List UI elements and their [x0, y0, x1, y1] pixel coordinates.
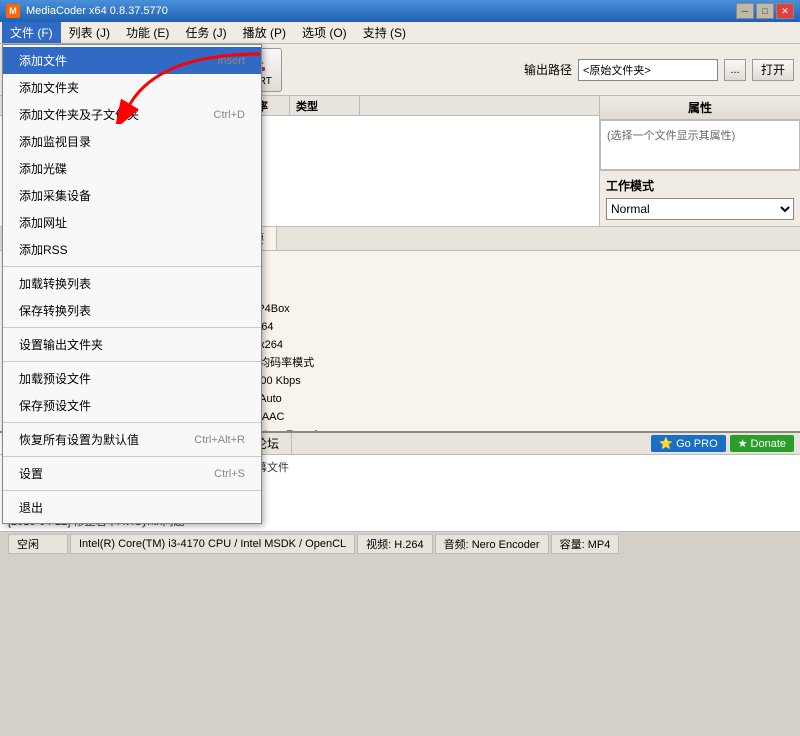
menu-add-url[interactable]: 添加网址 [3, 209, 261, 236]
window-controls: ─ □ ✕ [736, 3, 794, 19]
donate-icon: ★ [738, 437, 748, 450]
title-bar: M MediaCoder x64 0.8.37.5770 ─ □ ✕ [0, 0, 800, 22]
app-icon: M [6, 4, 20, 18]
overview-item-2: 视频: H.264 [216, 318, 792, 334]
separator-2 [3, 327, 261, 328]
overview-panel: 目标格式 容器: MP4 混流: MP4Box 视频: H.264 编码器: x… [200, 251, 800, 431]
menu-add-disc[interactable]: 添加光碟 [3, 155, 261, 182]
col-header-type: 类型 [290, 96, 360, 115]
properties-placeholder: (选择一个文件显示其属性) [607, 130, 735, 142]
donate-button[interactable]: ★ Donate [730, 435, 794, 452]
properties-panel: 属性 (选择一个文件显示其属性) 工作模式 Normal Server Batc… [600, 96, 800, 226]
donate-label: Donate [751, 438, 786, 450]
overview-item-5: 码率: 1000 Kbps [220, 372, 792, 388]
go-pro-button[interactable]: ⭐ Go PRO [651, 435, 725, 452]
properties-title: 属性 [600, 96, 800, 120]
output-path-input[interactable] [578, 59, 718, 81]
menu-load-list[interactable]: 加载转换列表 [3, 270, 261, 297]
menu-add-folder-recursive[interactable]: 添加文件夹及子文件夹 Ctrl+D [3, 101, 261, 128]
menu-add-device[interactable]: 添加采集设备 [3, 182, 261, 209]
output-path-area: 输出路径 ... 打开 [524, 59, 794, 81]
menu-exit[interactable]: 退出 [3, 494, 261, 521]
menu-list[interactable]: 列表 (J) [61, 22, 118, 43]
overview-item-1: 混流: MP4Box [220, 300, 792, 316]
properties-content: (选择一个文件显示其属性) [600, 120, 800, 170]
separator-1 [3, 266, 261, 267]
browse-button[interactable]: ... [724, 59, 746, 81]
status-idle: 空闲 [8, 534, 68, 554]
menu-task[interactable]: 任务 (J) [177, 22, 234, 43]
status-video: 视频: H.264 [357, 534, 432, 554]
menu-function[interactable]: 功能 (E) [118, 22, 177, 43]
menu-add-watch[interactable]: 添加监视目录 [3, 128, 261, 155]
menu-add-folder[interactable]: 添加文件夹 [3, 74, 261, 101]
overview-item-0: 容器: MP4 [208, 282, 792, 298]
menu-load-preset[interactable]: 加载预设文件 [3, 365, 261, 392]
status-audio: 音频: Nero Encoder [435, 534, 549, 554]
overview-item-3: 编码器: x264 [220, 336, 792, 352]
menu-restore-defaults[interactable]: 恢复所有设置为默认值 Ctrl+Alt+R [3, 426, 261, 453]
menu-set-output-folder[interactable]: 设置输出文件夹 [3, 331, 261, 358]
open-button[interactable]: 打开 [752, 59, 794, 81]
go-pro-label: Go PRO [676, 438, 718, 450]
overview-item-6: 反交错: Auto [220, 390, 792, 406]
status-bar: 空闲 Intel(R) Core(TM) i3-4170 CPU / Intel… [0, 531, 800, 555]
minimize-button[interactable]: ─ [736, 3, 754, 19]
menu-support[interactable]: 支持 (S) [355, 22, 414, 43]
menu-settings[interactable]: 设置 Ctrl+S [3, 460, 261, 487]
menu-add-file[interactable]: 添加文件 Insert [3, 47, 261, 74]
status-container: 容量: MP4 [551, 534, 620, 554]
overview-item-4: 模式: 平均码率模式 [220, 354, 792, 370]
close-button[interactable]: ✕ [776, 3, 794, 19]
menu-save-preset[interactable]: 保存预设文件 [3, 392, 261, 419]
overview-title: 目标格式 [208, 259, 792, 276]
menu-file[interactable]: 文件 (F) [2, 22, 61, 43]
separator-3 [3, 361, 261, 362]
work-mode-section: 工作模式 Normal Server Batch [600, 170, 800, 226]
separator-5 [3, 456, 261, 457]
menu-play[interactable]: 播放 (P) [235, 22, 294, 43]
menu-options[interactable]: 选项 (O) [294, 22, 355, 43]
overview-item-8: 编码器: Nero Encoder [220, 426, 792, 431]
file-dropdown-menu: 添加文件 Insert 添加文件夹 添加文件夹及子文件夹 Ctrl+D 添加监视… [2, 44, 262, 524]
separator-6 [3, 490, 261, 491]
maximize-button[interactable]: □ [756, 3, 774, 19]
work-mode-select[interactable]: Normal Server Batch [606, 198, 794, 220]
menu-bar: 文件 (F) 列表 (J) 功能 (E) 任务 (J) 播放 (P) 选项 (O… [0, 22, 800, 44]
go-pro-icon: ⭐ [659, 437, 673, 450]
separator-4 [3, 422, 261, 423]
title-text: MediaCoder x64 0.8.37.5770 [26, 5, 168, 17]
work-mode-label: 工作模式 [606, 177, 794, 194]
overview-item-7: 音频: LC-AAC [216, 408, 792, 424]
status-cpu: Intel(R) Core(TM) i3-4170 CPU / Intel MS… [70, 534, 355, 554]
menu-add-rss[interactable]: 添加RSS [3, 236, 261, 263]
output-path-label: 输出路径 [524, 61, 572, 78]
menu-save-list[interactable]: 保存转换列表 [3, 297, 261, 324]
